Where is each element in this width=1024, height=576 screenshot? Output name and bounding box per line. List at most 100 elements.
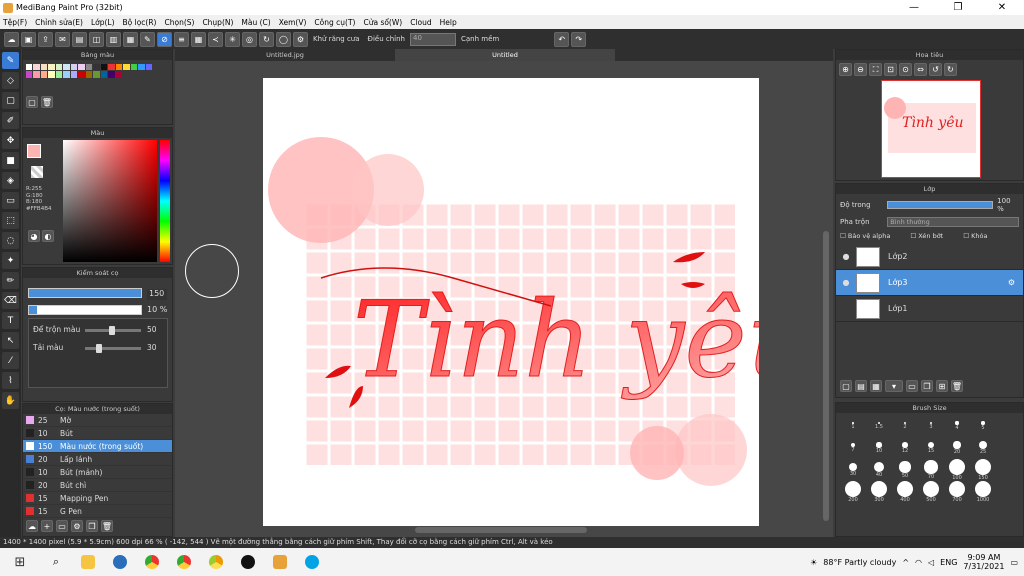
hand-tool-icon[interactable]: ✋ xyxy=(2,392,19,409)
divide-tool-icon[interactable]: ⁄ xyxy=(2,352,19,369)
brush-size-option[interactable]: 15 xyxy=(918,437,944,459)
brush-list-item[interactable]: 20 Lấp lánh xyxy=(23,453,172,466)
brush-tool-icon[interactable]: ✎ xyxy=(2,52,19,69)
brush-size-option[interactable]: 20 xyxy=(944,437,970,459)
blend-mode-select[interactable]: Bình thường xyxy=(887,217,1019,227)
canvas-area[interactable]: Tình yêu xyxy=(175,61,833,537)
brush-size-option[interactable]: 70 xyxy=(918,459,944,481)
brush-list-item[interactable]: 25 Mờ xyxy=(23,414,172,427)
color-swatch[interactable] xyxy=(85,63,92,70)
brush-size-option[interactable]: 500 xyxy=(918,481,944,503)
brush-size-option[interactable]: 100 xyxy=(944,459,970,481)
brush-size-option[interactable]: 7 xyxy=(840,437,866,459)
color-swatch[interactable] xyxy=(33,63,40,70)
navigator-preview[interactable]: Tình yêu xyxy=(881,80,981,178)
layer-row[interactable]: ● Lớp2 xyxy=(836,244,1023,270)
menu-select[interactable]: Chọn(S) xyxy=(164,18,194,27)
color-swatch[interactable] xyxy=(100,71,107,78)
color-swatch[interactable] xyxy=(108,63,115,70)
comment-icon[interactable]: ✉ xyxy=(55,31,70,47)
select-pen-icon[interactable]: ✏ xyxy=(2,272,19,289)
snap-radial-icon[interactable]: ✳ xyxy=(225,31,240,47)
brush-size-value[interactable]: 150 xyxy=(147,289,167,300)
palette-icon[interactable]: ◕ xyxy=(28,230,40,242)
brush-size-option[interactable]: 12 xyxy=(892,437,918,459)
color-swatch[interactable] xyxy=(78,63,85,70)
tray-expand-icon[interactable]: ^ xyxy=(902,558,909,567)
color-swatch[interactable] xyxy=(63,63,70,70)
bucket-tool-icon[interactable]: ◈ xyxy=(2,172,19,189)
merge-layer-icon[interactable]: ⊞ xyxy=(936,380,948,392)
select-tool-icon[interactable]: ⬚ xyxy=(2,212,19,229)
zoom-in-icon[interactable]: ⊕ xyxy=(839,63,852,76)
color-swatch[interactable] xyxy=(48,63,55,70)
volume-icon[interactable]: ◁ xyxy=(928,558,934,567)
maximize-button[interactable]: ❐ xyxy=(936,2,980,13)
color-swatch[interactable] xyxy=(40,71,47,78)
delete-brush-icon[interactable]: 🗑 xyxy=(101,520,113,532)
color-swatch[interactable] xyxy=(48,71,55,78)
brush-list-item[interactable]: 10 Bút (mảnh) xyxy=(23,466,172,479)
brush-size-option[interactable]: 30 xyxy=(840,459,866,481)
eyedropper-icon[interactable]: ⌇ xyxy=(2,372,19,389)
network-icon[interactable]: ◠ xyxy=(915,558,922,567)
layer-icon[interactable]: ◫ xyxy=(89,31,104,47)
brush-list-item[interactable]: 20 Bút chì xyxy=(23,479,172,492)
cloud-icon[interactable]: ☁ xyxy=(4,31,19,47)
snap-ellipse-icon[interactable]: ◯ xyxy=(276,31,291,47)
menu-view[interactable]: Xem(V) xyxy=(279,18,307,27)
undo-icon[interactable]: ↶ xyxy=(554,31,570,47)
copy-brush-icon[interactable]: ❐ xyxy=(86,520,98,532)
color-picker-icon[interactable]: ◐ xyxy=(42,230,54,242)
brush-size-option[interactable]: 700 xyxy=(944,481,970,503)
panel-icon[interactable]: ▤ xyxy=(72,31,87,47)
chrome-profile-icon[interactable] xyxy=(170,551,198,573)
dell-icon[interactable] xyxy=(106,551,134,573)
actual-size-icon[interactable]: ⊡ xyxy=(884,63,897,76)
snap-parallel-icon[interactable]: ≡ xyxy=(174,31,189,47)
blend-slider[interactable] xyxy=(85,326,141,335)
brush-size-option[interactable]: 3 xyxy=(918,415,944,437)
brush-size-option[interactable]: 2 xyxy=(892,415,918,437)
fill-rect-tool-icon[interactable]: ■ xyxy=(2,152,19,169)
color-swatch[interactable] xyxy=(25,63,32,70)
chrome-icon[interactable] xyxy=(138,551,166,573)
menu-cloud[interactable]: Cloud xyxy=(410,18,431,27)
layer-menu-icon[interactable]: ▾ xyxy=(885,380,903,392)
cloud-brush-icon[interactable]: ☁ xyxy=(26,520,38,532)
fit-icon[interactable]: ⛶ xyxy=(869,63,882,76)
brush-size-option[interactable]: 50 xyxy=(892,459,918,481)
brush-size-option[interactable]: 400 xyxy=(892,481,918,503)
menu-tools[interactable]: Công cụ(T) xyxy=(314,18,355,27)
color-swatch[interactable] xyxy=(85,71,92,78)
layer-visibility-icon[interactable]: ● xyxy=(836,252,856,261)
brush-size-option[interactable]: 4 xyxy=(944,415,970,437)
brush-list-item[interactable]: 10 Bút xyxy=(23,427,172,440)
text-tool-icon[interactable]: T xyxy=(2,312,19,329)
menu-help[interactable]: Help xyxy=(440,18,457,27)
brush-tb-icon[interactable]: ✎ xyxy=(140,31,155,47)
hue-slider[interactable] xyxy=(160,140,170,262)
tiktok-icon[interactable] xyxy=(234,551,262,573)
tab-untitled[interactable]: Untitled xyxy=(395,49,615,61)
layer-opacity-slider[interactable] xyxy=(887,201,994,209)
menu-edit[interactable]: Chỉnh sửa(E) xyxy=(35,18,83,27)
color-swatch[interactable] xyxy=(70,71,77,78)
refill-slider[interactable] xyxy=(85,344,141,353)
soft-edge-checkbox[interactable]: Cạnh mềm xyxy=(461,35,499,43)
layer-visibility-icon[interactable]: ● xyxy=(836,278,856,287)
minimize-button[interactable]: — xyxy=(892,2,936,13)
close-button[interactable]: ✕ xyxy=(980,2,1024,13)
new-layer-icon[interactable]: ▢ xyxy=(840,380,852,392)
folder-icon[interactable]: ▭ xyxy=(56,520,68,532)
chrome-canary-icon[interactable] xyxy=(202,551,230,573)
menu-color[interactable]: Màu (C) xyxy=(241,18,270,27)
snap-circle-icon[interactable]: ◎ xyxy=(242,31,257,47)
color-swatch[interactable] xyxy=(93,63,100,70)
eraser-tool-icon[interactable]: ◇ xyxy=(2,72,19,89)
brush-size-option[interactable]: 1.5 xyxy=(866,415,892,437)
brush-size-option[interactable]: 150 xyxy=(970,459,996,481)
settings-icon[interactable]: ⚙ xyxy=(293,31,308,47)
new-swatch-icon[interactable]: ▢ xyxy=(26,96,38,108)
grid-icon[interactable]: ▦ xyxy=(123,31,138,47)
